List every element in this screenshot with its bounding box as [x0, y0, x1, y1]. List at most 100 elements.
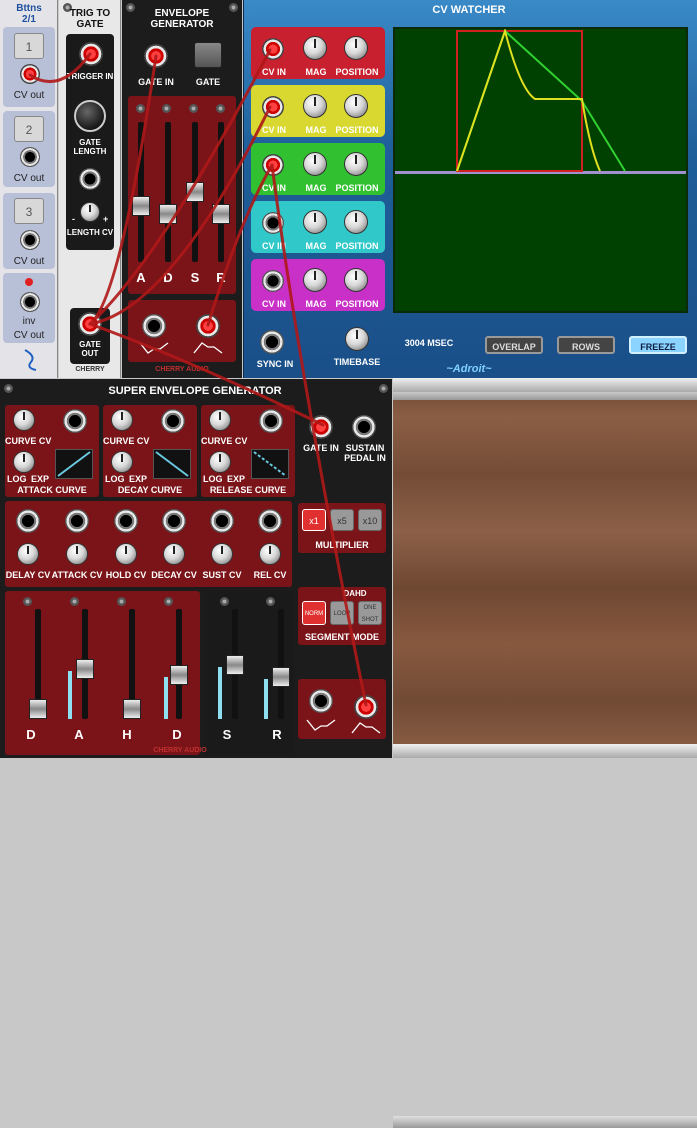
envgen-inv-out-jack[interactable]	[142, 314, 166, 338]
release-slider[interactable]	[212, 204, 230, 224]
channel-4-mag-knob[interactable]	[303, 210, 327, 234]
decay-curve-cv-jack[interactable]	[161, 409, 185, 433]
super-attack-slider[interactable]	[76, 659, 94, 679]
decay-slider[interactable]	[159, 204, 177, 224]
segment-oneshot-button[interactable]: ONE SHOT	[358, 601, 382, 625]
screw-icon	[379, 384, 388, 393]
channel-5-position-knob[interactable]	[344, 268, 368, 292]
trigger-in-jack[interactable]	[79, 42, 103, 66]
channel-5-mag-knob[interactable]	[303, 268, 327, 292]
segment-loop-button[interactable]: LOOP	[330, 601, 354, 625]
channel-4-position-label: POSITION	[335, 241, 379, 251]
button-1[interactable]: 1	[14, 33, 44, 59]
envgen-gate-in-jack[interactable]	[144, 44, 168, 68]
decay-cv-jack[interactable]	[162, 509, 186, 533]
overlap-button[interactable]: OVERLAP	[485, 336, 543, 354]
decay-curve-exp-label: EXP	[129, 474, 148, 484]
attack-cv-knob[interactable]	[66, 543, 88, 565]
freeze-button[interactable]: FREEZE	[629, 336, 687, 354]
attack-curve-cv-knob[interactable]	[13, 409, 35, 431]
led-icon	[117, 597, 126, 606]
sust-cv-jack[interactable]	[210, 509, 234, 533]
channel-4-cv-in-jack[interactable]	[262, 212, 284, 234]
cv-out-3-jack[interactable]	[20, 230, 40, 250]
attack-curve-cv-jack[interactable]	[63, 409, 87, 433]
multiplier-x10-button[interactable]: x10	[358, 509, 382, 531]
channel-2-mag-knob[interactable]	[303, 94, 327, 118]
channel-1-position-knob[interactable]	[344, 36, 368, 60]
channel-3-cv-in-jack[interactable]	[262, 154, 284, 176]
superenv-out-jack[interactable]	[354, 695, 378, 719]
multiplier-x1-label: x1	[309, 516, 319, 526]
decay-curve-knob[interactable]	[111, 451, 133, 473]
superenv-inv-out-jack[interactable]	[309, 689, 333, 713]
delay-slider[interactable]	[29, 699, 47, 719]
super-decay-slider[interactable]	[170, 665, 188, 685]
rel-cv-label: REL CV	[253, 570, 287, 580]
multiplier-x1-button[interactable]: x1	[302, 509, 326, 531]
sustain-pedal-jack[interactable]	[352, 415, 376, 439]
sync-in-jack[interactable]	[260, 330, 284, 354]
attack-curve-cv-label: CURVE CV	[5, 436, 52, 446]
segment-norm-label: NORM	[304, 611, 324, 617]
envgen-brand: CHERRY AUDIO	[155, 366, 209, 373]
release-curve-knob[interactable]	[209, 451, 231, 473]
cv-out-2-jack[interactable]	[20, 147, 40, 167]
gate-out-jack[interactable]	[78, 312, 102, 336]
multiplier-x5-button[interactable]: x5	[330, 509, 354, 531]
timebase-knob[interactable]	[345, 327, 369, 351]
segment-oneshot-label: ONE SHOT	[361, 605, 379, 623]
super-release-slider[interactable]	[272, 667, 290, 687]
led-icon	[164, 597, 173, 606]
rel-cv-jack[interactable]	[258, 509, 282, 533]
button-2[interactable]: 2	[14, 116, 44, 142]
inv-label: inv	[22, 316, 36, 327]
length-cv-jack[interactable]	[79, 168, 101, 190]
sust-cv-knob[interactable]	[211, 543, 233, 565]
cv-out-1-jack[interactable]	[20, 64, 40, 84]
rel-cv-knob[interactable]	[259, 543, 281, 565]
trigger-in-label: TRIGGER IN	[66, 72, 114, 81]
release-curve-cv-knob[interactable]	[209, 409, 231, 431]
channel-2-cv-in-jack[interactable]	[262, 96, 284, 118]
channel-2-position-knob[interactable]	[344, 94, 368, 118]
envgen-gate-button[interactable]	[194, 42, 222, 68]
hold-cv-knob[interactable]	[115, 543, 137, 565]
channel-1-mag-knob[interactable]	[303, 36, 327, 60]
channel-3-mag-knob[interactable]	[303, 152, 327, 176]
channel-4-position-knob[interactable]	[344, 210, 368, 234]
led-icon	[266, 597, 275, 606]
delay-cv-jack[interactable]	[16, 509, 40, 533]
attack-cv-jack[interactable]	[65, 509, 89, 533]
gate-length-knob[interactable]	[74, 100, 106, 132]
multiplier-label: MULTIPLIER	[315, 540, 369, 550]
delay-cv-knob[interactable]	[17, 543, 39, 565]
super-decay-slider-track	[176, 609, 182, 719]
channel-5-cv-in-jack[interactable]	[262, 270, 284, 292]
attack-slider-level	[68, 671, 72, 719]
rows-button[interactable]: ROWS	[557, 336, 615, 354]
attack-curve-knob[interactable]	[13, 451, 35, 473]
decay-curve-cv-label: CURVE CV	[103, 436, 150, 446]
super-sustain-slider[interactable]	[226, 655, 244, 675]
channel-1-cv-in-jack[interactable]	[262, 38, 284, 60]
segment-norm-button[interactable]: NORM	[302, 601, 326, 625]
inv-jack[interactable]	[20, 292, 40, 312]
superenv-gate-in-jack[interactable]	[309, 415, 333, 439]
sustain-slider[interactable]	[186, 182, 204, 202]
envgen-title: ENVELOPE GENERATOR	[150, 8, 214, 30]
channel-3-position-knob[interactable]	[344, 152, 368, 176]
button-3[interactable]: 3	[14, 198, 44, 224]
hold-cv-jack[interactable]	[114, 509, 138, 533]
segment-mode-label: SEGMENT MODE	[304, 632, 379, 642]
envgen-out-jack[interactable]	[196, 314, 220, 338]
hold-slider[interactable]	[123, 699, 141, 719]
bttns-subtitle: 2/1	[22, 14, 36, 25]
decay-cv-knob[interactable]	[163, 543, 185, 565]
attack-slider[interactable]	[132, 196, 150, 216]
length-cv-knob[interactable]	[80, 202, 100, 222]
decay-curve-cv-knob[interactable]	[111, 409, 133, 431]
channel-1-position-label: POSITION	[335, 67, 379, 77]
release-curve-display	[251, 449, 289, 479]
release-curve-cv-jack[interactable]	[259, 409, 283, 433]
